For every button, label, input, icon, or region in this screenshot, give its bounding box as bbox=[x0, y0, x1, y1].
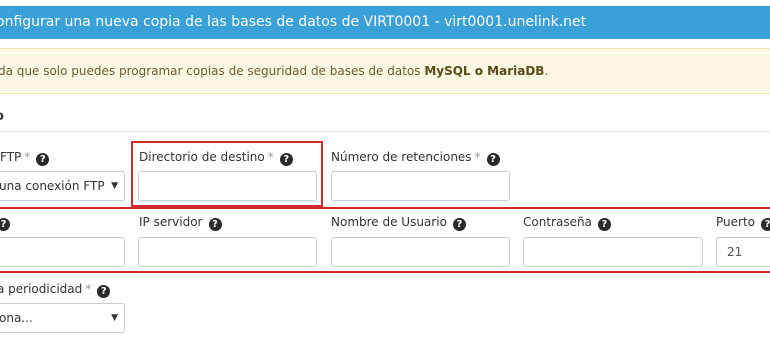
retention-count-input[interactable] bbox=[331, 171, 510, 201]
retention-label: Número de retenciones bbox=[331, 150, 472, 164]
ip-label: IP servidor bbox=[139, 215, 203, 229]
username-label: Nombre de Usuario bbox=[331, 215, 447, 229]
username-label-group: Nombre de Usuario? bbox=[331, 215, 466, 231]
question-circle-icon[interactable]: ? bbox=[97, 285, 111, 298]
port-label: Puerto bbox=[716, 215, 755, 229]
alert-prefix: da que solo puedes programar copias de s… bbox=[0, 64, 425, 78]
host-input[interactable] bbox=[0, 237, 125, 267]
destination-label: Directorio de destino bbox=[139, 150, 265, 164]
question-circle-icon[interactable]: ? bbox=[486, 153, 500, 166]
required-marker: * bbox=[267, 150, 274, 164]
username-input[interactable] bbox=[331, 237, 510, 267]
question-circle-icon[interactable]: ? bbox=[761, 218, 770, 231]
divider bbox=[0, 131, 770, 132]
periodicity-select-value: ona... bbox=[0, 311, 33, 325]
question-circle-icon[interactable]: ? bbox=[36, 153, 50, 166]
question-circle-icon[interactable]: ? bbox=[208, 218, 222, 231]
required-marker: * bbox=[24, 150, 31, 164]
ftp-label-group: FTP *? bbox=[0, 150, 50, 166]
port-input[interactable]: 21 bbox=[716, 237, 770, 267]
required-marker: * bbox=[474, 150, 481, 164]
retention-label-group: Número de retenciones *? bbox=[331, 150, 500, 166]
ftp-connection-select[interactable]: una conexión FTP ▼ bbox=[0, 171, 125, 201]
password-label-group: Contraseña? bbox=[523, 215, 611, 231]
periodicity-label-group: a periodicidad *? bbox=[0, 282, 111, 298]
warning-alert: da que solo puedes programar copias de s… bbox=[0, 48, 770, 94]
chevron-down-icon: ▼ bbox=[111, 181, 118, 191]
periodicity-select[interactable]: ona... ▼ bbox=[0, 303, 125, 333]
question-circle-icon[interactable]: ? bbox=[452, 218, 466, 231]
alert-text: da que solo puedes programar copias de s… bbox=[0, 64, 548, 78]
required-marker: * bbox=[85, 282, 92, 296]
destination-label-group: Directorio de destino *? bbox=[139, 150, 293, 166]
periodicity-label: a periodicidad bbox=[0, 282, 83, 296]
password-input[interactable] bbox=[523, 237, 703, 267]
host-label-group: ? bbox=[0, 215, 10, 231]
modal-title: onfigurar una nueva copia de las bases d… bbox=[0, 14, 587, 30]
modal-header: onfigurar una nueva copia de las bases d… bbox=[0, 6, 770, 39]
question-circle-icon[interactable]: ? bbox=[0, 218, 10, 231]
section-title: o bbox=[0, 109, 4, 124]
destination-directory-input[interactable] bbox=[138, 171, 317, 201]
chevron-down-icon: ▼ bbox=[111, 313, 118, 323]
ip-label-group: IP servidor? bbox=[139, 215, 222, 231]
ftp-select-value: una conexión FTP bbox=[0, 179, 105, 193]
alert-suffix: . bbox=[544, 64, 549, 78]
port-label-group: Puerto? bbox=[716, 215, 770, 231]
question-circle-icon[interactable]: ? bbox=[279, 153, 293, 166]
question-circle-icon[interactable]: ? bbox=[597, 218, 611, 231]
ftp-label: FTP bbox=[0, 150, 22, 164]
alert-bold: MySQL o MariaDB bbox=[424, 64, 545, 78]
password-label: Contraseña bbox=[523, 215, 592, 229]
ip-server-input[interactable] bbox=[138, 237, 317, 267]
